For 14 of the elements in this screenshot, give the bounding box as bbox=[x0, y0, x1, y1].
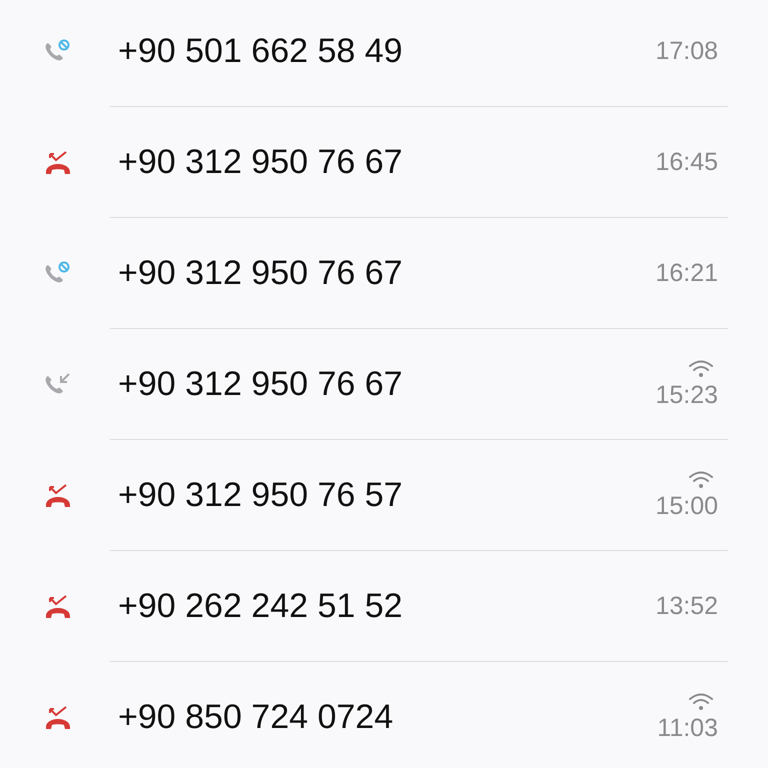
call-time: 13:52 bbox=[655, 592, 718, 620]
call-time: 11:03 bbox=[657, 714, 718, 742]
phone-number[interactable]: +90 312 950 76 67 bbox=[110, 142, 656, 182]
phone-number[interactable]: +90 262 242 51 52 bbox=[110, 586, 656, 626]
phone-number[interactable]: +90 312 950 76 67 bbox=[110, 254, 656, 292]
call-time: 17:08 bbox=[655, 36, 718, 66]
call-time: 15:23 bbox=[655, 380, 718, 410]
call-time: 16:45 bbox=[655, 148, 718, 176]
phone-number[interactable]: +90 850 724 0724 bbox=[110, 698, 658, 736]
phone-number[interactable]: +90 501 662 58 49 bbox=[110, 32, 656, 70]
call-time: 16:21 bbox=[655, 258, 718, 288]
phone-number[interactable]: +90 312 950 76 57 bbox=[110, 476, 656, 514]
call-time: 15:00 bbox=[655, 492, 718, 520]
phone-number[interactable]: +90 312 950 76 67 bbox=[110, 364, 656, 404]
